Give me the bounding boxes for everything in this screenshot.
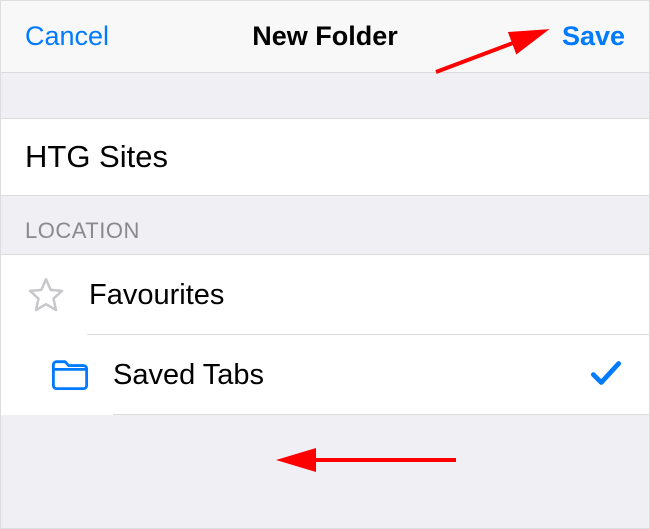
location-section-header: LOCATION [25, 218, 140, 244]
folder-name-input[interactable]: HTG Sites [25, 139, 625, 175]
dialog-frame: Cancel New Folder Save HTG Sites LOCATIO… [0, 0, 650, 529]
location-row-favourites[interactable]: Favourites [1, 255, 649, 335]
cancel-button[interactable]: Cancel [25, 21, 109, 52]
spacer [1, 73, 649, 118]
navigation-bar: Cancel New Folder Save [1, 1, 649, 73]
location-section-spacer: LOCATION [1, 196, 649, 254]
checkmark-icon [587, 354, 625, 397]
folder-icon [49, 354, 91, 396]
page-title: New Folder [252, 21, 398, 52]
star-icon [25, 274, 67, 316]
location-row-label: Saved Tabs [113, 359, 587, 392]
folder-name-row[interactable]: HTG Sites [1, 118, 649, 196]
save-button[interactable]: Save [562, 21, 625, 52]
location-row-saved-tabs[interactable]: Saved Tabs [1, 335, 649, 415]
location-list: Favourites Saved Tabs [1, 254, 649, 415]
row-divider [113, 414, 649, 415]
location-row-label: Favourites [89, 279, 625, 312]
